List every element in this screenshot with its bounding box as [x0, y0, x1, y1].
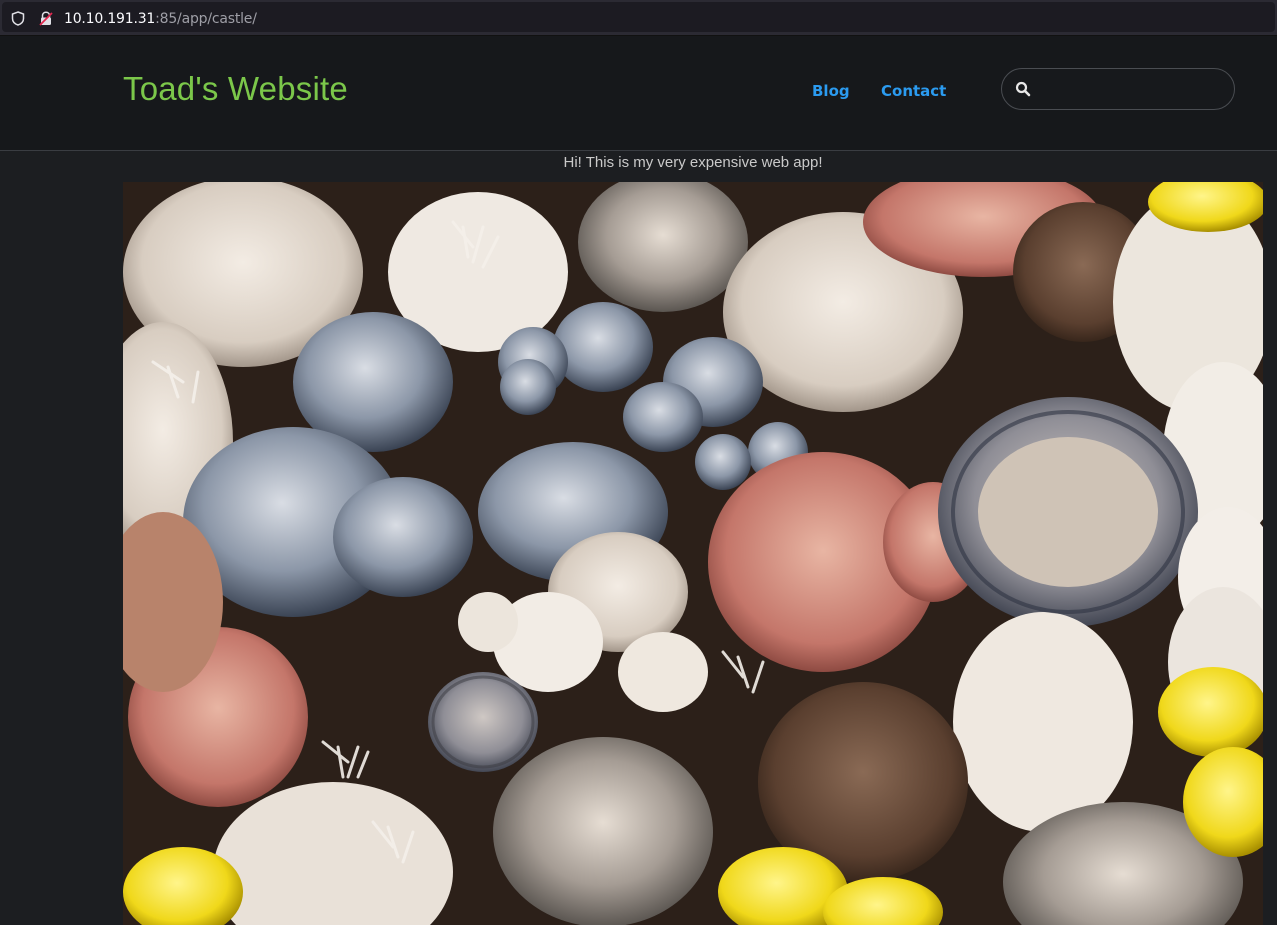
- search-icon: [1015, 81, 1031, 97]
- page-tagline: Hi! This is my very expensive web app!: [563, 154, 823, 171]
- url-text[interactable]: 10.10.191.31:85/app/castle/: [64, 10, 257, 28]
- lock-icon[interactable]: [39, 11, 53, 26]
- nav-link-contact[interactable]: Contact: [881, 82, 946, 100]
- url-path: :85/app/castle/: [155, 11, 257, 27]
- site-header: Toad's Website Blog Contact: [0, 36, 1277, 151]
- mushroom-photo: [123, 182, 1263, 925]
- search-box[interactable]: [1001, 68, 1235, 110]
- nav-link-blog[interactable]: Blog: [812, 82, 850, 100]
- shield-icon[interactable]: [11, 11, 25, 26]
- hero-image: [123, 182, 1263, 925]
- address-bar[interactable]: 10.10.191.31:85/app/castle/: [2, 2, 1275, 32]
- site-title[interactable]: Toad's Website: [123, 70, 348, 108]
- url-host: 10.10.191.31: [64, 11, 156, 27]
- search-input[interactable]: [1038, 75, 1227, 105]
- browser-toolbar: 10.10.191.31:85/app/castle/: [0, 0, 1277, 36]
